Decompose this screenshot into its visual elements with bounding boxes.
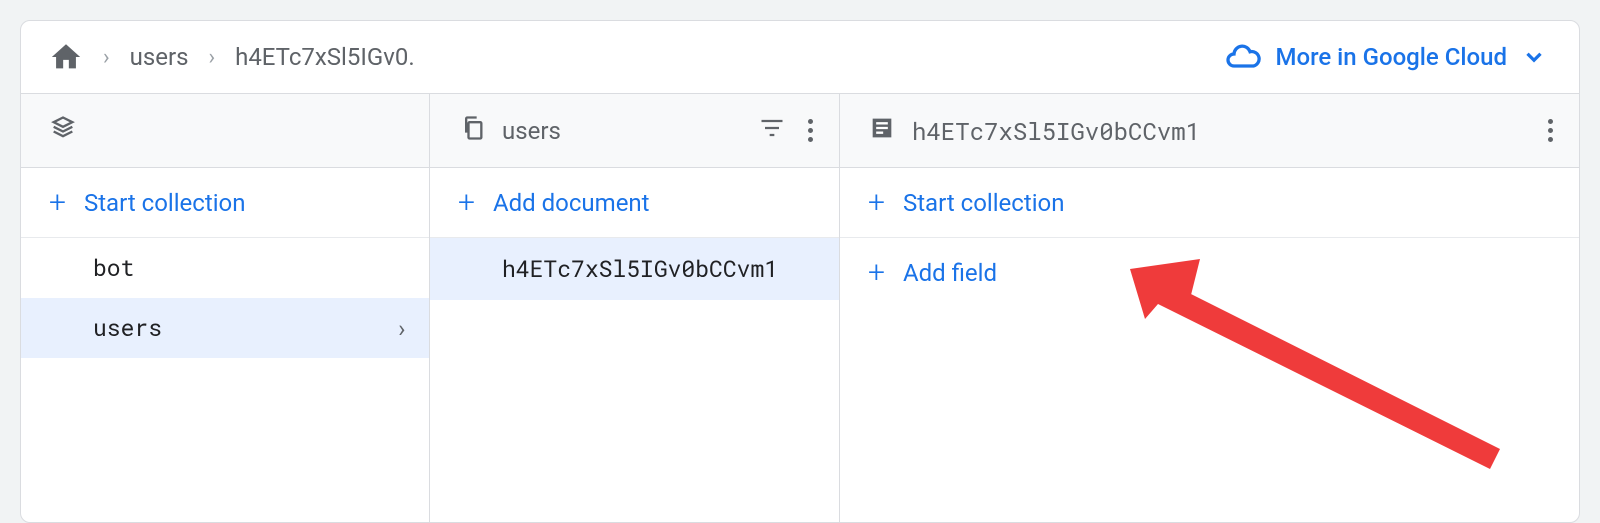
document-column-header: h4ETc7xSl5IGv0bCCvm1 <box>840 94 1579 168</box>
breadcrumb-item[interactable]: h4ETc7xSl5IGv0. <box>235 43 415 71</box>
add-field-label: Add field <box>903 259 997 287</box>
more-in-google-cloud-button[interactable]: More in Google Cloud <box>1225 39 1547 75</box>
start-collection-label: Start collection <box>84 189 246 217</box>
breadcrumb-item[interactable]: users <box>130 43 189 71</box>
chevron-down-icon <box>1521 44 1547 70</box>
filter-icon[interactable] <box>758 114 786 148</box>
plus-icon: + <box>868 188 885 218</box>
collection-title: users <box>502 117 561 145</box>
collection-item[interactable]: bot <box>21 238 429 298</box>
add-field-button[interactable]: + Add field <box>840 238 1579 308</box>
plus-icon: + <box>458 188 475 218</box>
document-title: h4ETc7xSl5IGv0bCCvm1 <box>912 115 1200 147</box>
document-column: h4ETc7xSl5IGv0bCCvm1 + Start collection … <box>840 94 1579 522</box>
document-item-id: h4ETc7xSl5IGv0bCCvm1 <box>502 254 778 284</box>
root-column: + Start collection bot users › <box>21 94 430 522</box>
more-cloud-label: More in Google Cloud <box>1275 43 1507 71</box>
chevron-right-icon: › <box>208 45 215 70</box>
document-icon <box>868 114 896 148</box>
firestore-panel: › users › h4ETc7xSl5IGv0. More in Google… <box>20 20 1580 523</box>
add-document-button[interactable]: + Add document <box>430 168 839 238</box>
collection-item-name: bot <box>93 253 134 283</box>
start-subcollection-label: Start collection <box>903 189 1065 217</box>
add-document-label: Add document <box>493 189 650 217</box>
document-item[interactable]: h4ETc7xSl5IGv0bCCvm1 <box>430 238 839 300</box>
columns: + Start collection bot users › users <box>21 94 1579 522</box>
collection-item-name: users <box>93 313 162 343</box>
cloud-icon <box>1225 39 1261 75</box>
start-collection-button[interactable]: + Start collection <box>21 168 429 238</box>
collection-column-header: users <box>430 94 839 168</box>
plus-icon: + <box>868 258 885 288</box>
chevron-right-icon: › <box>395 312 409 344</box>
collection-column: users + Add document h4ETc7xSl5IGv0bCCvm… <box>430 94 840 522</box>
collection-icon <box>458 114 486 148</box>
more-menu-icon[interactable] <box>1542 113 1559 148</box>
root-column-header <box>21 94 429 168</box>
chevron-right-icon: › <box>103 45 110 70</box>
more-menu-icon[interactable] <box>802 113 819 148</box>
home-icon[interactable] <box>49 40 83 74</box>
collection-item[interactable]: users › <box>21 298 429 358</box>
breadcrumb: › users › h4ETc7xSl5IGv0. <box>49 40 415 74</box>
plus-icon: + <box>49 188 66 218</box>
start-subcollection-button[interactable]: + Start collection <box>840 168 1579 238</box>
root-icon <box>49 114 77 148</box>
breadcrumb-bar: › users › h4ETc7xSl5IGv0. More in Google… <box>21 21 1579 94</box>
